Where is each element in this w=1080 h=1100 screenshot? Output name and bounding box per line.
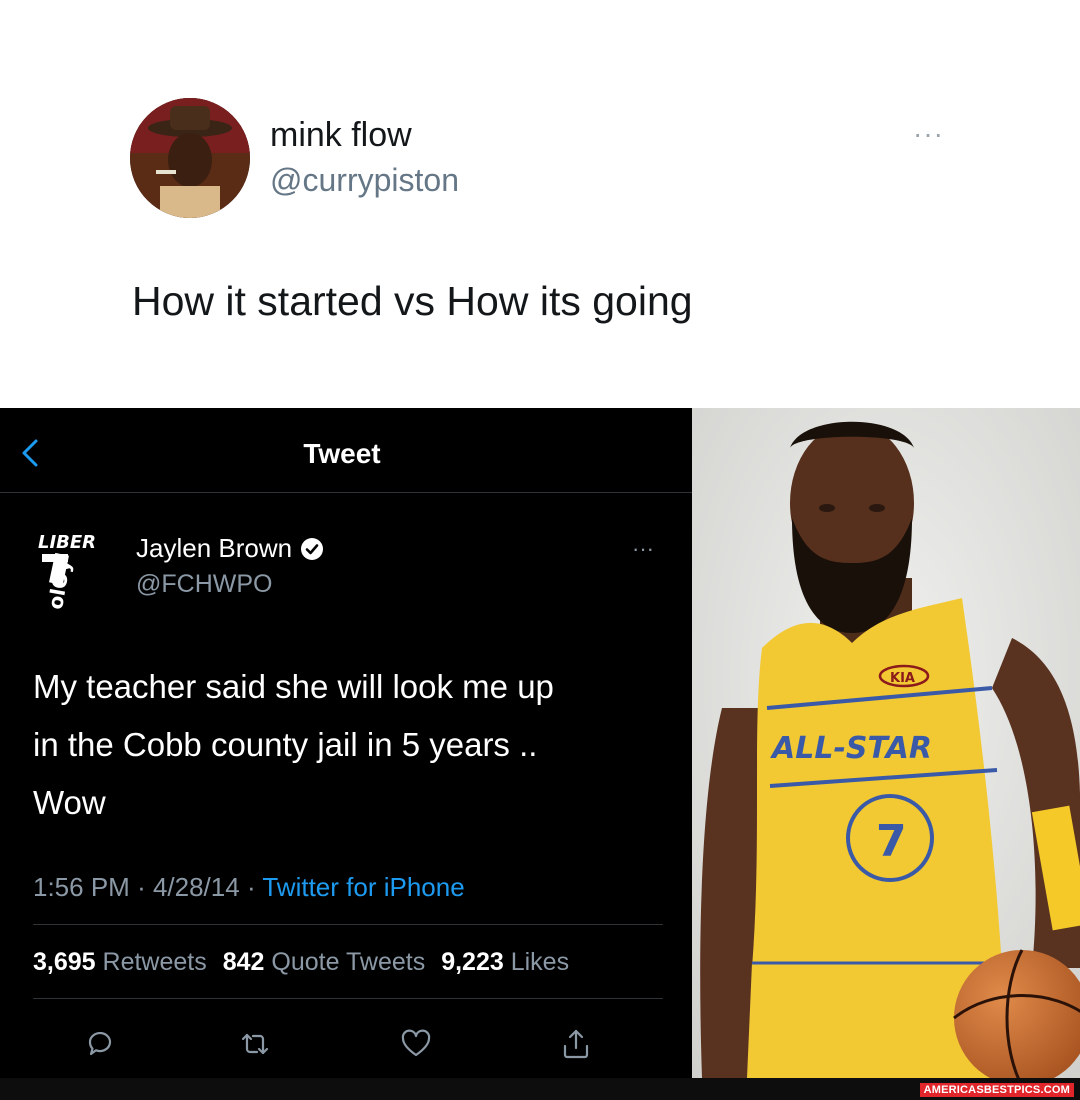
tweet-stats: 3,695 Retweets 842 Quote Tweets 9,223 Li… <box>33 948 569 977</box>
outer-author-handle[interactable]: @currypiston <box>270 162 459 199</box>
embedded-tweet-screenshot: Tweet LIBER olOy Jaylen Brown @FCHWPO ··… <box>0 408 692 1078</box>
outer-tweet-text: How it started vs How its going <box>132 278 693 324</box>
likes-count: 9,223 <box>441 948 504 976</box>
stats-divider-top <box>33 924 663 925</box>
likes-label: Likes <box>510 948 570 976</box>
tweet-date: 4/28/14 <box>152 872 240 902</box>
meta-separator: · <box>246 872 263 902</box>
inner-tweet-line: My teacher said she will look me up <box>33 668 554 705</box>
share-button[interactable] <box>560 1028 592 1060</box>
inner-author-name-label: Jaylen Brown <box>136 533 293 563</box>
like-icon <box>401 1029 431 1057</box>
inner-tweet-text: My teacher said she will look me up in t… <box>33 658 673 832</box>
retweets-count: 3,695 <box>33 948 96 976</box>
retweet-icon <box>241 1033 269 1055</box>
retweets-label: Retweets <box>102 948 207 976</box>
outer-author-name[interactable]: mink flow <box>270 116 412 155</box>
player-photo: ALL-STAR KIA 7 <box>692 408 1080 1078</box>
quotes-stat[interactable]: 842 Quote Tweets <box>223 948 425 977</box>
quotes-label: Quote Tweets <box>271 948 426 976</box>
jersey-text: ALL-STAR <box>770 731 932 766</box>
svg-text:LIBER: LIBER <box>38 532 96 553</box>
tweet-header-title: Tweet <box>303 438 381 469</box>
tweet-time: 1:56 PM <box>33 872 130 902</box>
share-icon <box>563 1029 589 1059</box>
reply-icon <box>88 1031 112 1056</box>
inner-tweet-line: Wow <box>33 784 106 821</box>
jersey-number: 7 <box>876 816 907 867</box>
retweets-stat[interactable]: 3,695 Retweets <box>33 948 207 977</box>
likes-stat[interactable]: 9,223 Likes <box>441 948 569 977</box>
outer-more-icon[interactable]: ··· <box>913 118 944 150</box>
svg-text:olOy: olOy <box>43 557 75 611</box>
bottom-strip <box>0 1078 1080 1100</box>
outer-avatar[interactable] <box>130 98 250 218</box>
inner-tweet-line: in the Cobb county jail in 5 years .. <box>33 726 538 763</box>
retweet-button[interactable] <box>239 1028 271 1060</box>
jersey-sponsor: KIA <box>890 671 915 686</box>
like-button[interactable] <box>400 1028 432 1060</box>
watermark: AMERICASBESTPICS.COM <box>919 1083 1074 1097</box>
verified-badge-icon <box>301 537 324 560</box>
header-divider <box>0 492 692 493</box>
meta-separator: · <box>137 872 153 902</box>
tweet-source-link[interactable]: Twitter for iPhone <box>262 872 464 902</box>
inner-author-name[interactable]: Jaylen Brown <box>136 533 324 564</box>
inner-avatar[interactable]: LIBER olOy <box>36 526 106 616</box>
reply-button[interactable] <box>84 1028 116 1060</box>
inner-more-icon[interactable]: ··· <box>632 536 654 562</box>
inner-author-handle[interactable]: @FCHWPO <box>136 570 272 599</box>
stats-divider-bottom <box>33 998 663 999</box>
quotes-count: 842 <box>222 948 265 976</box>
tweet-meta: 1:56 PM · 4/28/14 · Twitter for iPhone <box>33 872 465 903</box>
